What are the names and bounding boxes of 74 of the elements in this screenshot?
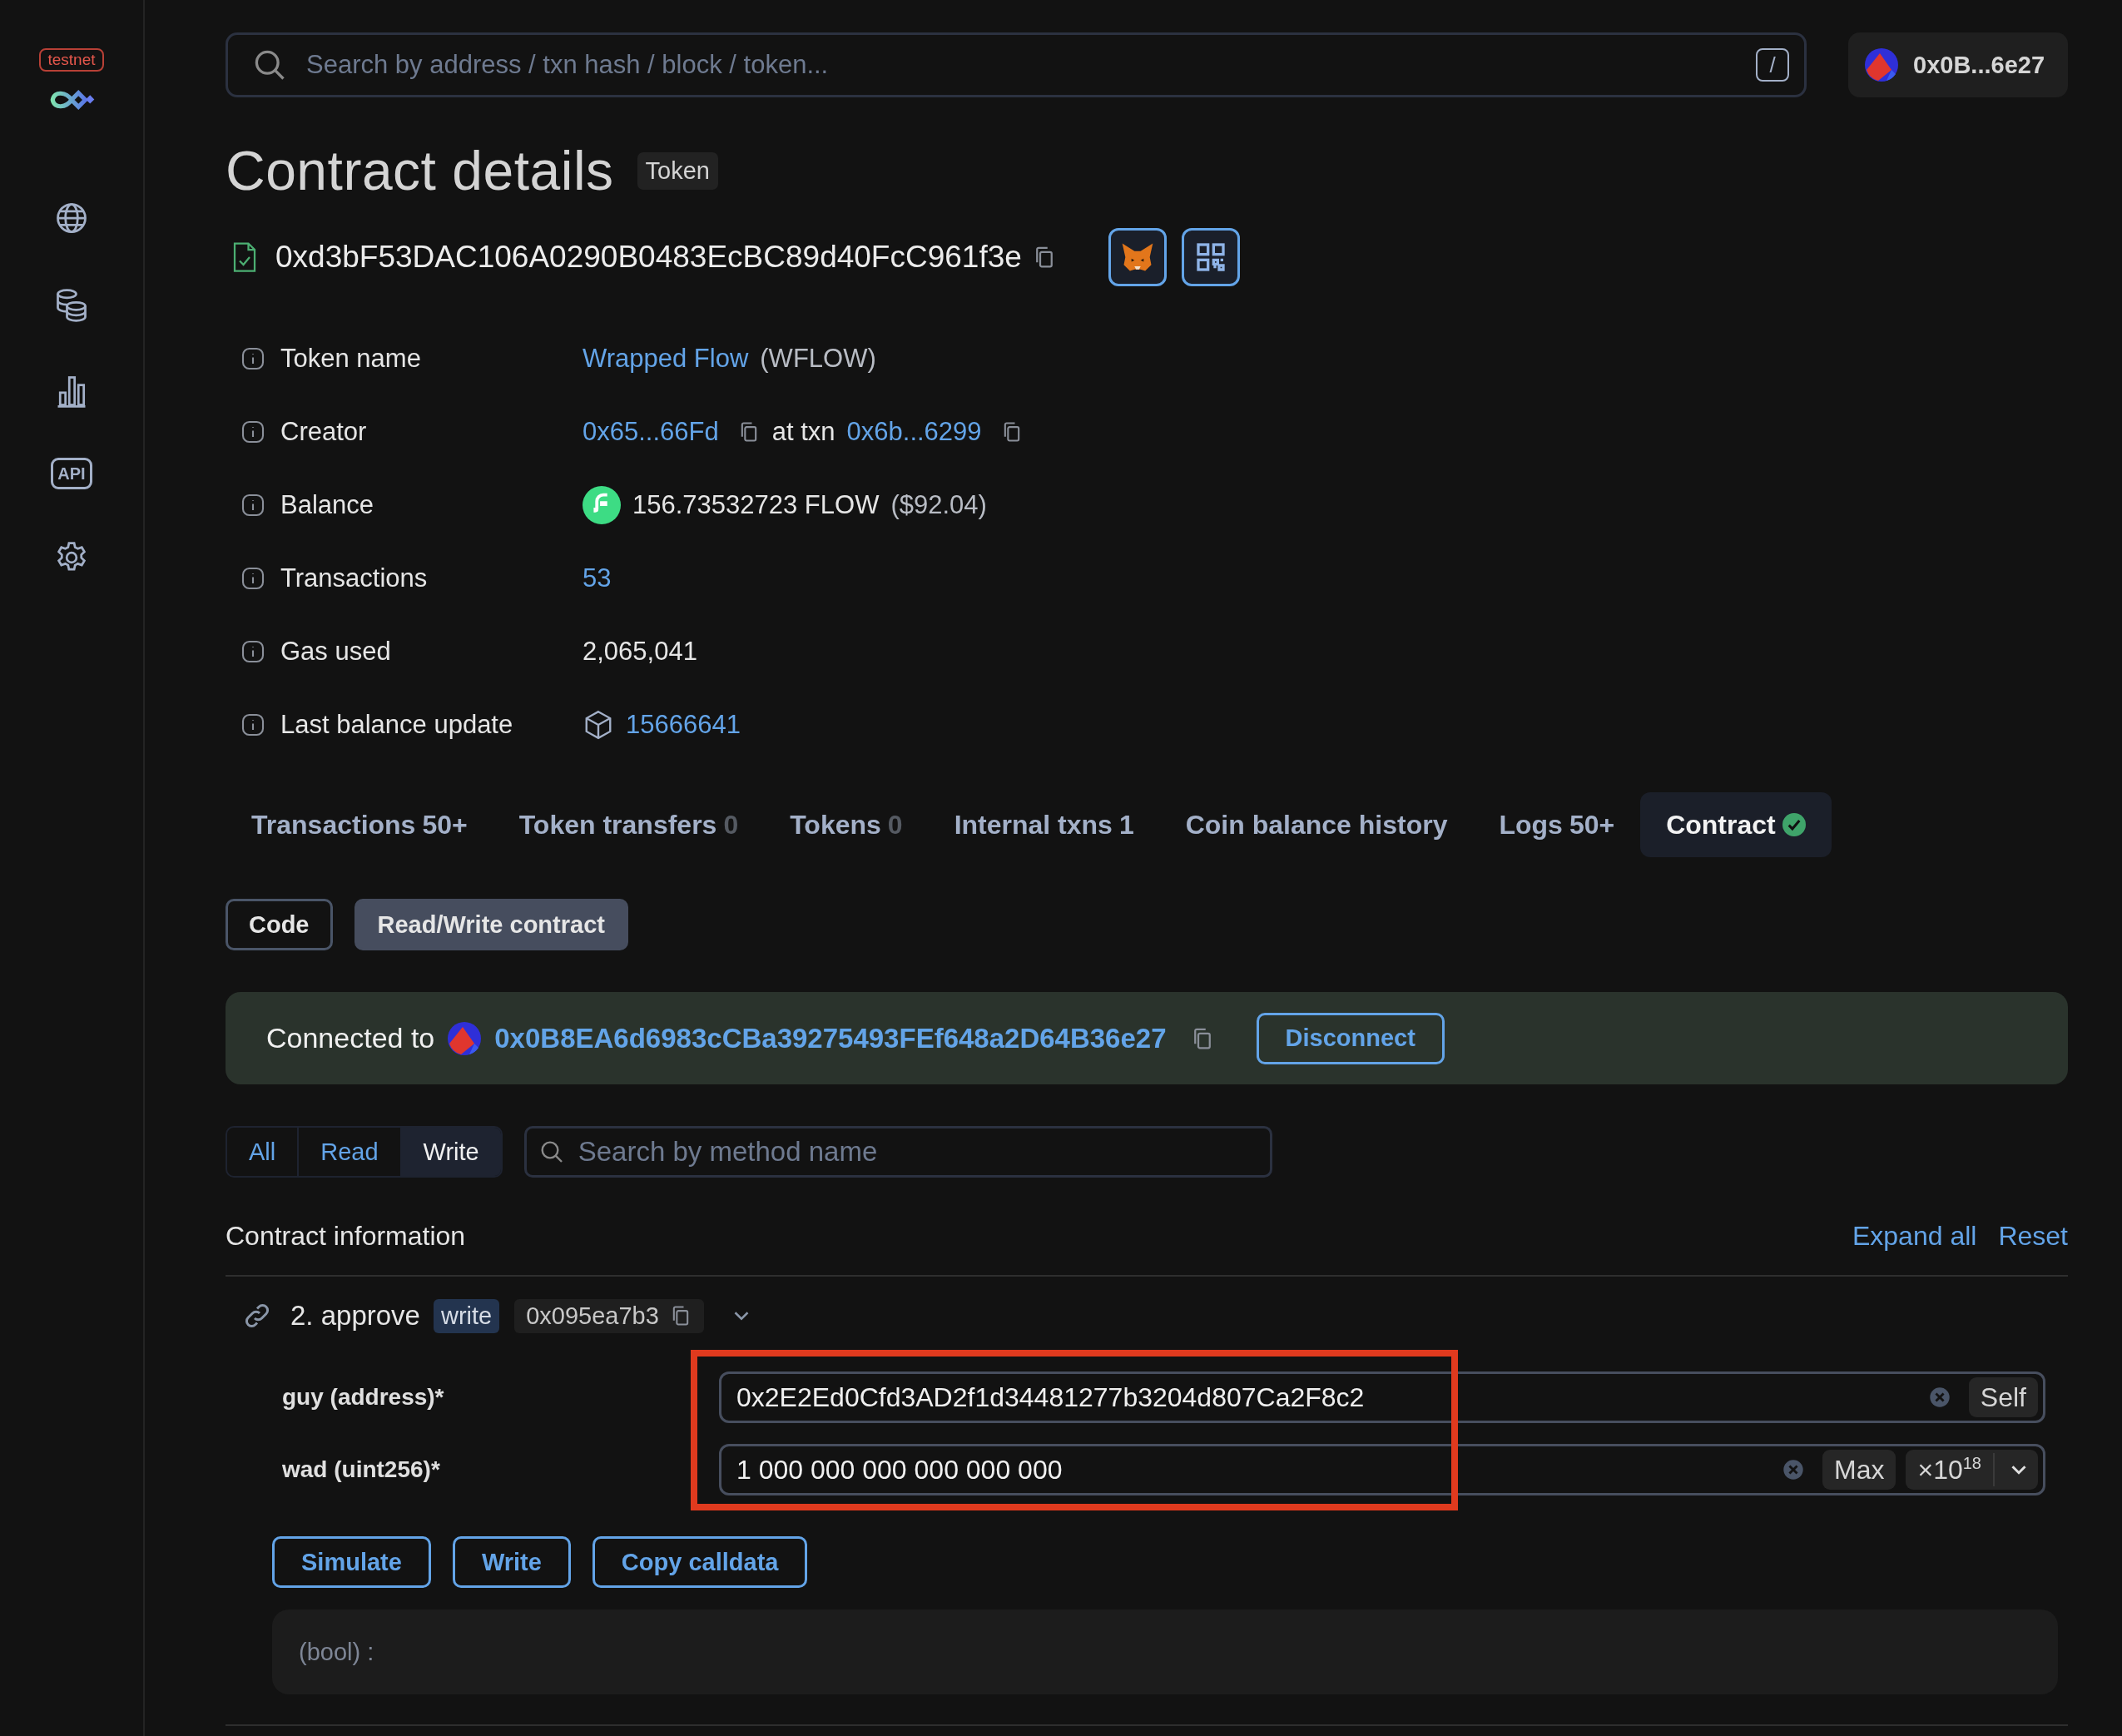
info-icon[interactable] — [240, 493, 265, 518]
tab[interactable]: Coin balance history — [1159, 792, 1474, 857]
info-icon[interactable] — [240, 712, 265, 737]
detail-value: 2,065,041 — [583, 637, 697, 667]
parameter-label: wad (uint256)* — [281, 1456, 441, 1483]
view-toggle-button[interactable]: Read/Write contract — [354, 899, 628, 950]
detail-label: Gas used — [280, 637, 391, 667]
detail-label: Balance — [280, 490, 374, 520]
section-action-link[interactable]: Expand all — [1852, 1221, 1977, 1252]
method-action-button[interactable]: Copy calldata — [592, 1536, 808, 1588]
token-symbol: (WFLOW) — [760, 344, 876, 374]
api-icon[interactable]: API — [51, 458, 92, 489]
method-type-tag: write — [433, 1298, 500, 1333]
shortcut-key: / — [1756, 48, 1789, 82]
info-icon[interactable] — [240, 419, 265, 444]
token-tag: Token — [637, 151, 718, 190]
detail-text: at txn — [771, 417, 835, 447]
transactions-link[interactable]: 53 — [583, 563, 612, 593]
avatar-icon — [448, 1021, 482, 1055]
disconnect-button[interactable]: Disconnect — [1256, 1012, 1445, 1064]
tab[interactable]: Token transfers 0 — [493, 792, 765, 857]
parameter-input[interactable]: 1 000 000 000 000 000 000 Max ×10$^{18}$ — [719, 1444, 2045, 1495]
info-icon[interactable] — [240, 566, 265, 591]
detail-label: Creator — [280, 417, 367, 447]
tab[interactable]: Tokens 0 — [764, 792, 929, 857]
token-link[interactable]: Wrapped Flow — [583, 344, 749, 374]
tab[interactable]: Transactions 50+ — [226, 792, 493, 857]
filter-tab[interactable]: All — [227, 1128, 300, 1176]
parameter-label: guy (address)* — [281, 1384, 445, 1411]
method-name: 2. approve — [290, 1300, 420, 1332]
network-badge: testnet — [39, 48, 104, 72]
avatar-icon — [1865, 48, 1898, 82]
connection-label: Connected to — [266, 1022, 435, 1054]
view-toggle-button[interactable]: Code — [226, 899, 333, 950]
tab[interactable]: Logs 50+ — [1473, 792, 1641, 857]
account-button[interactable]: 0x0B...6e27 — [1848, 32, 2068, 97]
max-button[interactable]: Max — [1822, 1450, 1896, 1490]
detail-label: Transactions — [280, 563, 428, 593]
clear-icon[interactable] — [1928, 1386, 1951, 1408]
block-link[interactable]: 15666641 — [626, 710, 741, 740]
contract-address: 0xd3bF53DAC106A0290B0483EcBC89d40FcC961f3e — [275, 240, 1022, 275]
tab-count: 0 — [723, 809, 739, 841]
metamask-button[interactable] — [1108, 228, 1167, 286]
balance-usd: ($92.04) — [890, 490, 987, 520]
balance-value: 156.73532723 FLOW — [632, 490, 880, 520]
tab-count: 50+ — [1569, 809, 1615, 841]
coin-icon — [583, 486, 621, 524]
tab-count: 1 — [1118, 809, 1134, 841]
tab-count: 0 — [887, 809, 903, 841]
tab[interactable]: Internal txns 1 — [928, 792, 1160, 857]
info-icon[interactable] — [240, 639, 265, 664]
transaction-link[interactable]: 0x6b...6299 — [846, 417, 982, 447]
detail-label: Last balance update — [280, 710, 513, 740]
self-button[interactable]: Self — [1968, 1377, 2038, 1417]
method-action-button[interactable]: Simulate — [272, 1536, 431, 1588]
method-action-button[interactable]: Write — [452, 1536, 571, 1588]
method-selector: 0x095ea7b3 — [514, 1298, 704, 1333]
wallet-address-link[interactable]: 0x0B8EA6d6983cCBa39275493FEf648a2D64B36e27 — [494, 1022, 1167, 1054]
tab[interactable]: Contract — [1640, 792, 1832, 857]
parameter-input[interactable]: 0x2E2Ed0Cfd3AD2f1d34481277b3204d807Ca2F8c2 Self — [719, 1371, 2045, 1423]
multiplier-dropdown[interactable]: ×10$^{18}$ — [1906, 1450, 2038, 1490]
section-title: Contract information — [226, 1221, 466, 1252]
creator-link[interactable]: 0x65...66Fd — [583, 417, 719, 447]
filter-tab[interactable]: Write — [401, 1128, 501, 1176]
section-action-link[interactable]: Reset — [1998, 1221, 2068, 1252]
clear-icon[interactable] — [1782, 1459, 1804, 1481]
tab-count: 50+ — [422, 809, 468, 841]
page-title: Contract details — [226, 139, 614, 202]
verified-document-icon — [232, 241, 257, 273]
info-icon[interactable] — [240, 346, 265, 371]
method-search-field[interactable]: Search by method name — [523, 1126, 1272, 1178]
output-text: (bool) : — [299, 1638, 374, 1666]
detail-label: Token name — [280, 344, 421, 374]
qr-code-button[interactable] — [1181, 228, 1240, 286]
